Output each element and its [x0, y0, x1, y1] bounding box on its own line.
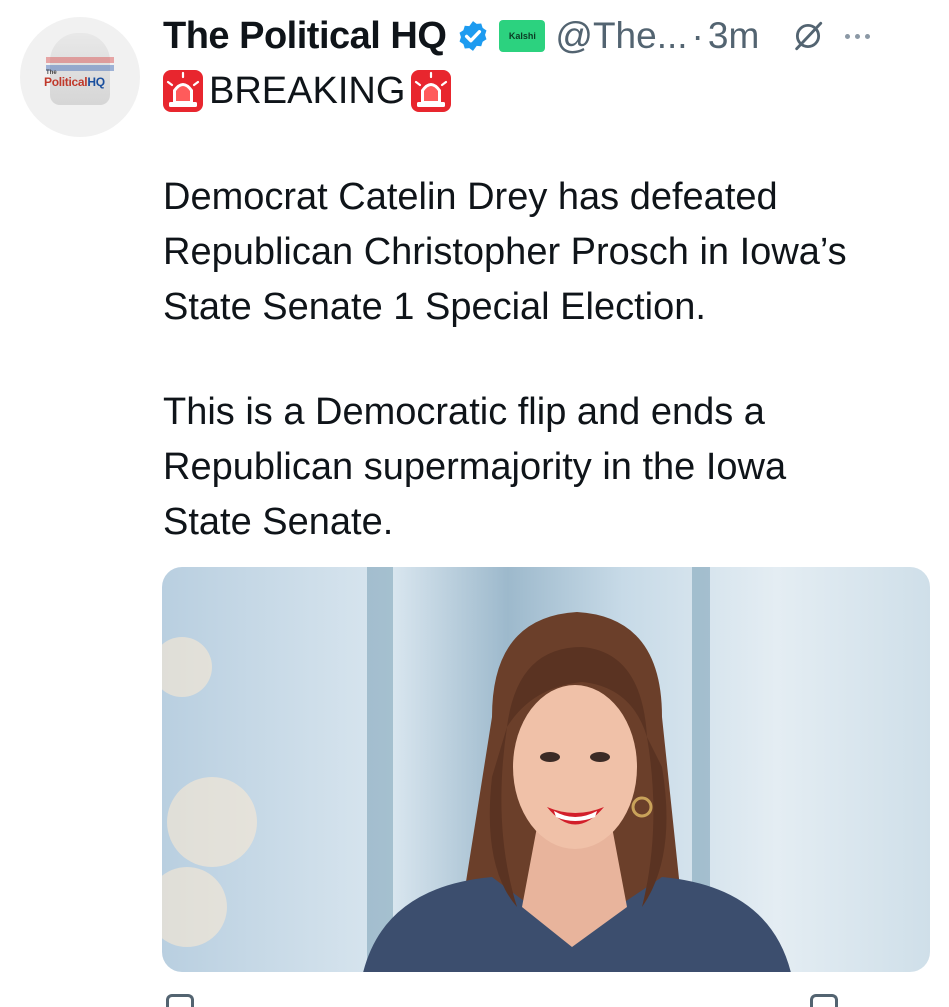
grok-icon[interactable]: [791, 19, 825, 53]
post-action-bar: [162, 990, 930, 1007]
avatar-logo-text: PoliticalHQ: [44, 75, 105, 89]
display-name[interactable]: The Political HQ: [163, 15, 447, 58]
more-options-icon[interactable]: [845, 33, 871, 39]
bokeh-light: [162, 637, 212, 697]
post-text-paragraph-2: This is a Democratic flip and ends a Rep…: [163, 391, 787, 543]
police-light-emoji-icon: [411, 70, 452, 112]
reply-icon[interactable]: [166, 994, 194, 1007]
profile-avatar[interactable]: The PoliticalHQ: [20, 17, 140, 137]
bookmark-icon[interactable]: [810, 994, 838, 1007]
breaking-line: BREAKING: [163, 66, 452, 116]
separator-dot: ·: [691, 15, 704, 56]
user-handle[interactable]: @The...: [555, 15, 687, 57]
breaking-headline: BREAKING: [209, 69, 406, 112]
post-header: The Political HQ Kalshi @The... · 3m: [163, 8, 943, 64]
affiliate-badge[interactable]: Kalshi: [499, 20, 546, 52]
portrait-person: [363, 612, 791, 972]
post-timestamp[interactable]: 3m: [708, 15, 759, 57]
verified-badge-icon[interactable]: [456, 19, 490, 53]
post-text-paragraph-1: Democrat Catelin Drey has defeated Repub…: [163, 176, 847, 328]
post-photo[interactable]: [162, 567, 930, 972]
avatar-flag-stripe: [46, 57, 114, 63]
bokeh-light: [162, 867, 227, 947]
bokeh-light: [167, 777, 257, 867]
police-light-emoji-icon: [163, 70, 203, 112]
